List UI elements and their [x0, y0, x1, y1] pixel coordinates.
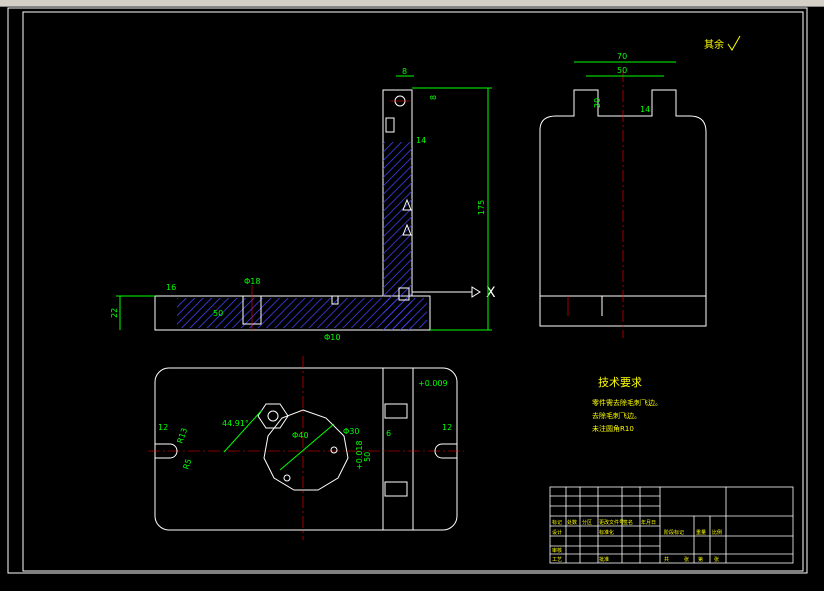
side-view: 70 50 20 14 — [539, 52, 707, 338]
hex-nut-hole — [267, 410, 279, 422]
tech-req-line-1: 零件需去除毛刺飞边。 — [592, 398, 662, 407]
tb-r4-c7: 第 — [698, 556, 703, 563]
hex-nut — [257, 403, 289, 429]
boss-hole-right — [330, 446, 338, 454]
tb-r2-c7: 比例 — [712, 529, 722, 536]
tech-req-title: 技术要求 — [598, 376, 642, 389]
dim-12-right-label: 12 — [442, 423, 452, 432]
tb-r4-c8: 张 — [714, 556, 719, 563]
tb-r4-c6: 张 — [684, 556, 689, 563]
dim-18-label: Φ18 — [244, 277, 260, 286]
tol-009-label: +0.009 — [418, 379, 448, 388]
dim-70-label: 70 — [617, 52, 627, 61]
dim-r13-label: R13 — [175, 427, 189, 445]
dim-16-label: 16 — [166, 283, 176, 292]
tol-018-label: +0.018 — [355, 440, 364, 470]
dim-8-side-label: 8 — [429, 95, 438, 100]
dim-10-label: Φ10 — [324, 333, 340, 342]
tech-req-line-2: 去除毛刺飞边。 — [592, 411, 641, 420]
pin-slot — [385, 117, 395, 133]
tb-r1-c6: 年月日 — [641, 519, 656, 526]
dim-20-label: 20 — [593, 98, 602, 108]
dim-50-vert-label: 50 — [363, 452, 372, 462]
dim-6-label: 6 — [386, 429, 391, 438]
dia-30-label: Φ30 — [343, 427, 359, 436]
dim-r5-label: R5 — [181, 458, 193, 471]
tb-r2-c3: 标准化 — [599, 529, 614, 536]
tb-r4-c5: 共 — [664, 556, 669, 563]
tb-r2-c6: 重量 — [696, 529, 706, 536]
tb-r1-c1: 标记 — [552, 519, 562, 526]
tb-r2-c5: 阶段标记 — [664, 529, 684, 536]
cad-drawing-canvas: 其余 X 175 22 8 8 16 Φ18 50 Φ10 14 70 50 2… — [7, 7, 808, 574]
dim-175-label: 175 — [477, 200, 486, 215]
tb-r1-c3: 分区 — [582, 519, 592, 526]
dim-12-left-label: 12 — [158, 423, 168, 432]
tb-r3-c1: 审核 — [552, 547, 562, 554]
rib-outline — [382, 367, 414, 531]
boss-hole-left — [283, 474, 291, 482]
rib-slot-top — [384, 403, 408, 419]
tb-r1-c2: 处数 — [567, 519, 577, 526]
dim-14-arm-label: 14 — [416, 136, 426, 145]
angle-label: 44.91° — [222, 419, 249, 428]
dia-40-label: Φ40 — [292, 431, 308, 440]
dim-50-small-label: 50 — [213, 309, 223, 318]
surface-finish-symbol — [727, 35, 741, 51]
top-plate-outline — [154, 367, 458, 531]
tb-r4-c3: 批准 — [599, 556, 609, 563]
polygon-boss — [263, 409, 349, 491]
dim-14-side-label: 14 — [640, 105, 650, 114]
dim-50-label: 50 — [617, 66, 627, 75]
surface-finish-note: 其余 — [704, 38, 724, 51]
axis-arrow-head — [471, 286, 481, 298]
tech-req-line-3: 未注圆角R10 — [592, 424, 634, 433]
tb-r1-c5: 签名 — [623, 519, 633, 526]
dim-8-top-label: 8 — [402, 67, 407, 76]
top-view: 44.91° Φ40 Φ30 50 6 12 12 R13 R5 +0.009 … — [148, 356, 464, 540]
tb-r1-c4: 更改文件号 — [599, 519, 624, 526]
front-view: X 175 22 8 8 16 Φ18 50 Φ10 14 — [110, 67, 496, 342]
angle-leader — [223, 409, 263, 453]
tb-r4-c1: 工艺 — [552, 557, 562, 563]
tb-r2-c1: 设计 — [552, 529, 562, 536]
rib-slot-bottom — [384, 481, 408, 497]
dim-22-label: 22 — [110, 308, 119, 318]
